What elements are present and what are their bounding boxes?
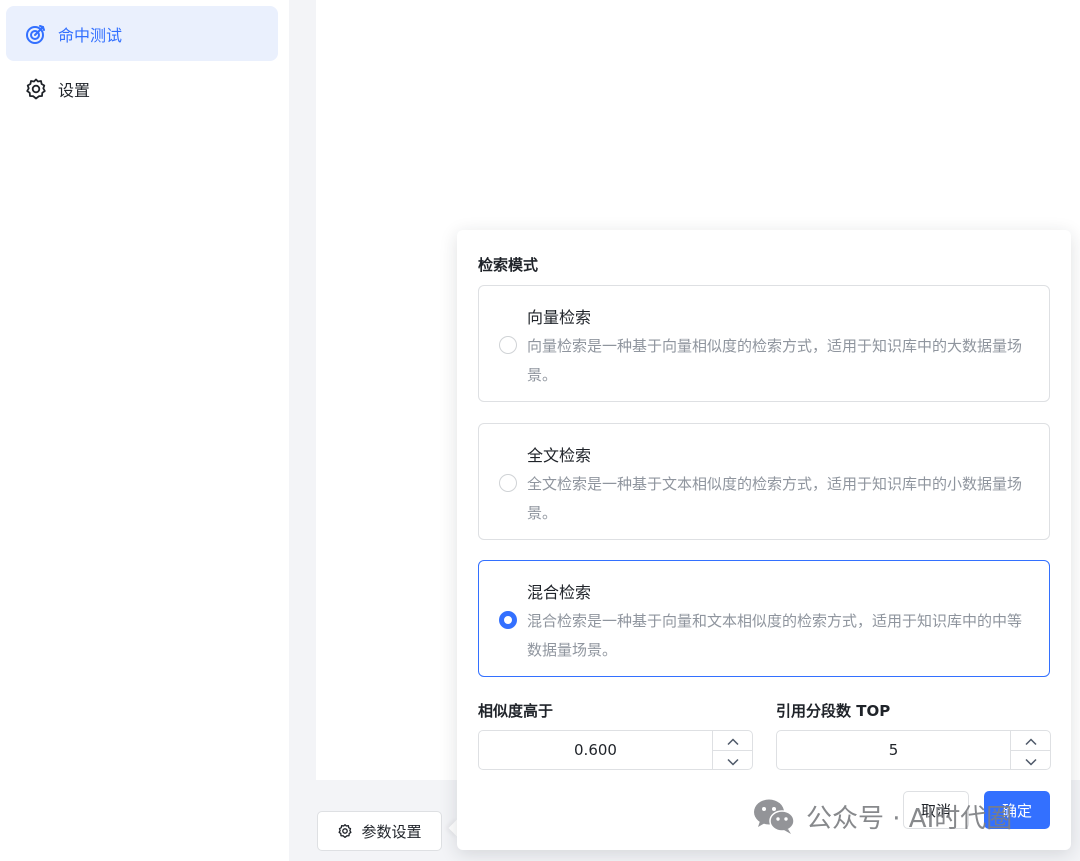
sidebar-item-settings[interactable]: 设置 xyxy=(6,61,278,116)
watermark: 公众号 · AI时代圈 xyxy=(752,796,1012,836)
sidebar-item-label: 命中测试 xyxy=(58,25,123,45)
param-settings-label: 参数设置 xyxy=(361,822,422,841)
radio-button[interactable] xyxy=(499,336,517,354)
increment-button[interactable] xyxy=(1011,731,1050,750)
similarity-stepper xyxy=(712,731,752,769)
mode-description: 混合检索是一种基于向量和文本相似度的检索方式，适用于知识库中的中等数据量场景。 xyxy=(527,612,1023,659)
param-settings-button[interactable]: 参数设置 xyxy=(317,811,442,851)
mode-option-hybrid[interactable]: 混合检索 混合检索是一种基于向量和文本相似度的检索方式，适用于知识库中的中等数据… xyxy=(478,560,1050,677)
similarity-value[interactable]: 0.600 xyxy=(479,731,712,769)
chevron-down-icon xyxy=(726,751,739,770)
mode-title: 向量检索 xyxy=(527,308,592,327)
chevron-up-icon xyxy=(726,731,739,750)
radio-button-selected[interactable] xyxy=(499,611,517,629)
watermark-text: 公众号 · AI时代圈 xyxy=(806,803,1013,834)
radio-button[interactable] xyxy=(499,474,517,492)
top-n-value[interactable]: 5 xyxy=(777,731,1010,769)
increment-button[interactable] xyxy=(713,731,752,750)
mode-title: 混合检索 xyxy=(527,583,592,602)
sidebar-item-label: 设置 xyxy=(58,80,91,100)
mode-option-vector[interactable]: 向量检索 向量检索是一种基于向量相似度的检索方式，适用于知识库中的大数据量场景。 xyxy=(478,285,1050,402)
top-n-input[interactable]: 5 xyxy=(776,730,1051,770)
top-n-stepper xyxy=(1010,731,1050,769)
sidebar: 命中测试 设置 xyxy=(0,0,289,861)
mode-description: 全文检索是一种基于文本相似度的检索方式，适用于知识库中的小数据量场景。 xyxy=(527,475,1023,522)
mode-description: 向量检索是一种基于向量相似度的检索方式，适用于知识库中的大数据量场景。 xyxy=(527,337,1023,384)
gear-icon xyxy=(337,823,353,839)
decrement-button[interactable] xyxy=(713,750,752,769)
decrement-button[interactable] xyxy=(1011,750,1050,769)
section-title: 检索模式 xyxy=(478,256,539,274)
target-icon xyxy=(24,22,48,46)
sidebar-item-hit-test[interactable]: 命中测试 xyxy=(6,6,278,61)
wechat-icon xyxy=(752,796,796,836)
mode-option-fulltext[interactable]: 全文检索 全文检索是一种基于文本相似度的检索方式，适用于知识库中的小数据量场景。 xyxy=(478,423,1050,540)
retrieval-settings-popover: 检索模式 向量检索 向量检索是一种基于向量相似度的检索方式，适用于知识库中的大数… xyxy=(457,230,1071,850)
chevron-down-icon xyxy=(1024,751,1037,770)
similarity-input[interactable]: 0.600 xyxy=(478,730,753,770)
mode-title: 全文检索 xyxy=(527,446,592,465)
chevron-up-icon xyxy=(1024,731,1037,750)
similarity-label: 相似度高于 xyxy=(478,702,554,720)
gear-icon xyxy=(24,77,48,101)
top-n-label: 引用分段数 TOP xyxy=(776,702,891,720)
